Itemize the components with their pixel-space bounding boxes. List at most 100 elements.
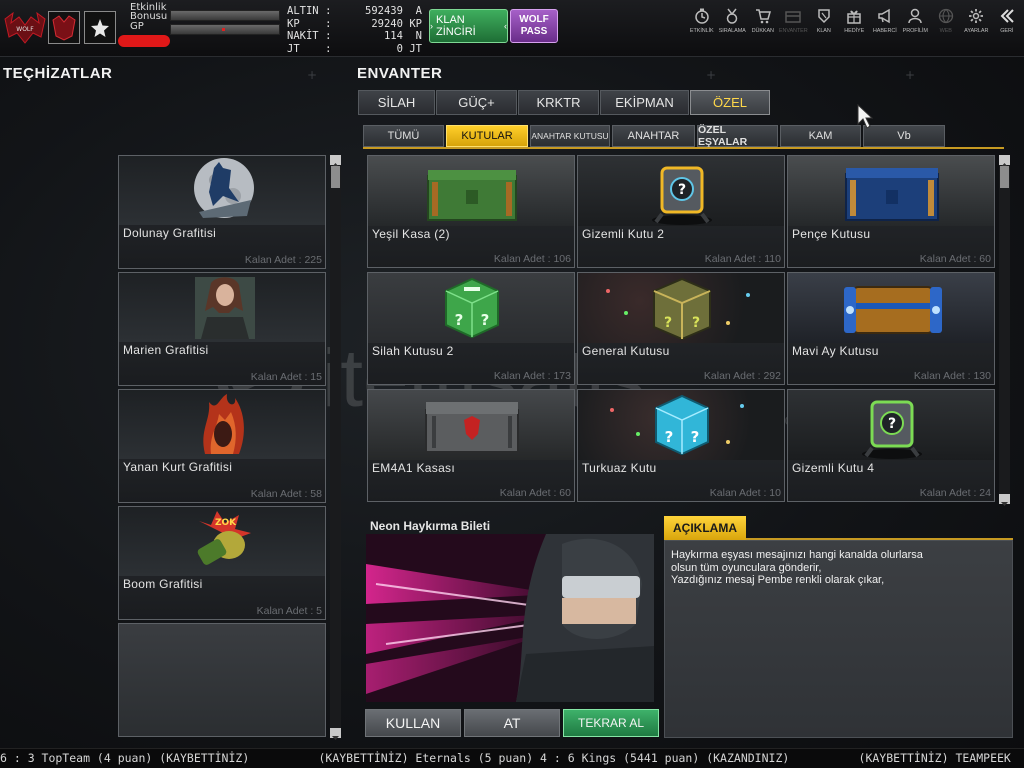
scroll-down-button[interactable]: [999, 494, 1010, 506]
inventory-item[interactable]: Mavi Ay Kutusu Kalan Adet : 130: [787, 272, 995, 385]
game-logo: WOLF: [3, 10, 47, 46]
tab-krktr[interactable]: KRKTR: [518, 90, 599, 115]
shield-icon: [818, 9, 830, 24]
inventory-item[interactable]: ? Gizemli Kutu 4 Kalan Adet : 24: [787, 389, 995, 502]
item-count: Kalan Adet : 130: [913, 370, 991, 382]
item-count: Kalan Adet : 58: [250, 488, 322, 500]
currency-row: JT:0 JT: [287, 42, 422, 55]
item-thumbnail: [119, 156, 325, 225]
svg-text:?: ?: [888, 416, 896, 432]
svg-text:?: ?: [691, 428, 700, 446]
item-name: General Kutusu: [582, 344, 670, 358]
equipment-item[interactable]: Dolunay Grafitisi Kalan Adet : 225: [118, 155, 326, 269]
nav-geri[interactable]: GERİ: [992, 8, 1023, 34]
item-thumbnail: [788, 156, 994, 226]
globe-icon: [938, 8, 953, 24]
clan-chain-button[interactable]: › KLAN ZİNCİRİ ‹: [429, 9, 508, 43]
subtab-ozel-esyalar[interactable]: ÖZEL EŞYALAR: [697, 124, 778, 148]
item-name: EM4A1 Kasası: [372, 461, 455, 475]
decor-plus: +: [905, 68, 916, 82]
item-thumbnail: ZOK: [119, 507, 325, 576]
item-thumbnail: ? ?: [368, 273, 574, 343]
inventory-icon: [785, 11, 801, 23]
equipment-item-empty[interactable]: [118, 623, 326, 737]
nav-dukkan[interactable]: DÜKKAN: [748, 8, 779, 34]
svg-text:?: ?: [664, 315, 672, 331]
currency-panel: ALTIN:592439 A KP:29240 KP NAKİT:114 N JT:0…: [287, 5, 422, 55]
equipment-scrollbar[interactable]: [330, 155, 341, 740]
description-header: AÇIKLAMA: [664, 516, 746, 540]
item-thumbnail: [368, 390, 574, 460]
profile-icon: [908, 8, 922, 24]
description-line: Haykırma eşyası mesajınızı hangi kanalda…: [671, 549, 923, 561]
subtab-kutular[interactable]: KUTULAR: [446, 125, 528, 147]
equipment-title: TEÇHİZATLAR: [3, 65, 113, 82]
subtab-anahtar[interactable]: ANAHTAR: [612, 125, 695, 147]
inventory-item[interactable]: EM4A1 Kasası Kalan Adet : 60: [367, 389, 575, 502]
nav-ayarlar[interactable]: AYARLAR: [961, 8, 992, 34]
rebuy-button[interactable]: TEKRAR AL: [563, 709, 659, 737]
nav-siralama[interactable]: SIRALAMA: [717, 8, 748, 34]
inventory-item[interactable]: ? ? General Kutusu Kalan Adet : 292: [577, 272, 785, 385]
scroll-thumb[interactable]: [1000, 166, 1009, 188]
game-window: { "header": { "labels": {"etkinlik": "Et…: [0, 0, 1024, 768]
event-bonus-label: Etkinlik Bonusu GP: [130, 2, 168, 32]
top-bar: WOLF Etkinlik Bonusu GP ALTIN:592439 A KP…: [0, 0, 1024, 57]
item-name: Gizemli Kutu 2: [582, 227, 665, 241]
nav-etkinlik[interactable]: ETKİNLİK: [687, 8, 718, 34]
wolf-pass-button[interactable]: WOLF PASS: [510, 9, 558, 43]
scroll-thumb[interactable]: [331, 166, 340, 188]
equipment-item[interactable]: Marien Grafitisi Kalan Adet : 15: [118, 272, 326, 386]
inventory-tabs: SİLAH GÜÇ+ KRKTR EKİPMAN ÖZEL: [358, 90, 771, 115]
item-count: Kalan Adet : 15: [250, 371, 322, 383]
inventory-item[interactable]: ? Gizemli Kutu 2 Kalan Adet : 110: [577, 155, 785, 268]
item-name: Boom Grafitisi: [123, 577, 203, 591]
subtab-kam[interactable]: KAM: [780, 125, 861, 147]
item-thumbnail: ?: [788, 390, 994, 460]
scroll-down-button[interactable]: [330, 728, 341, 740]
subtab-vb[interactable]: Vb: [863, 125, 945, 147]
subtab-underline: [363, 147, 1004, 149]
tab-ozel[interactable]: ÖZEL: [690, 90, 770, 115]
inventory-scrollbar[interactable]: [999, 155, 1010, 506]
tab-guc[interactable]: GÜÇ+: [436, 90, 517, 115]
item-thumbnail: ? ?: [578, 273, 784, 343]
description-line: Yazdığınız mesaj Pembe renkli olarak çık…: [671, 574, 885, 586]
rank-star-icon[interactable]: [84, 11, 116, 44]
svg-text:?: ?: [481, 311, 490, 329]
inventory-item[interactable]: Pençe Kutusu Kalan Adet : 60: [787, 155, 995, 268]
medal-icon: [727, 8, 738, 24]
nav-klan[interactable]: KLAN: [809, 8, 840, 34]
tab-silah[interactable]: SİLAH: [358, 90, 435, 115]
nav-web[interactable]: WEB: [931, 8, 962, 34]
nav-haberci[interactable]: HABERCİ: [870, 8, 901, 34]
clan-emblem[interactable]: [48, 11, 80, 44]
scroll-up-button[interactable]: [330, 155, 341, 167]
nav-profilim[interactable]: PROFİLİM: [900, 8, 931, 34]
currency-row: NAKİT:114 N: [287, 30, 422, 42]
equipment-item[interactable]: Yanan Kurt Grafitisi Kalan Adet : 58: [118, 389, 326, 503]
subtab-tumu[interactable]: TÜMÜ: [363, 125, 444, 147]
scroll-up-button[interactable]: [999, 155, 1010, 167]
currency-row: ALTIN:592439 A: [287, 5, 422, 17]
drop-button[interactable]: AT: [464, 709, 560, 737]
nav-envanter[interactable]: ENVANTER: [778, 8, 809, 34]
use-button[interactable]: KULLAN: [365, 709, 461, 737]
item-name: Marien Grafitisi: [123, 343, 209, 357]
inventory-item[interactable]: ? ? Turkuaz Kutu Kalan Adet : 10: [577, 389, 785, 502]
nav-hediye[interactable]: HEDİYE: [839, 8, 870, 34]
equipment-item[interactable]: ZOK Boom Grafitisi Kalan Adet : 5: [118, 506, 326, 620]
item-count: Kalan Adet : 10: [709, 487, 781, 499]
item-thumbnail: ? ?: [578, 390, 784, 460]
svg-text:ZOK: ZOK: [215, 518, 237, 528]
inventory-item[interactable]: Yeşil Kasa (2) Kalan Adet : 106: [367, 155, 575, 268]
item-name: Mavi Ay Kutusu: [792, 344, 879, 358]
svg-text:?: ?: [692, 315, 700, 331]
tab-ekipman[interactable]: EKİPMAN: [600, 90, 689, 115]
inventory-item[interactable]: ? ? Silah Kutusu 2 Kalan Adet : 173: [367, 272, 575, 385]
clock-icon: [695, 8, 709, 24]
description-line: olsun tüm oyunculara gönderir,: [671, 561, 822, 574]
gift-icon: [847, 10, 861, 24]
back-icon: [1000, 9, 1014, 23]
subtab-anahtar-kutusu[interactable]: ANAHTAR KUTUSU: [530, 125, 610, 147]
